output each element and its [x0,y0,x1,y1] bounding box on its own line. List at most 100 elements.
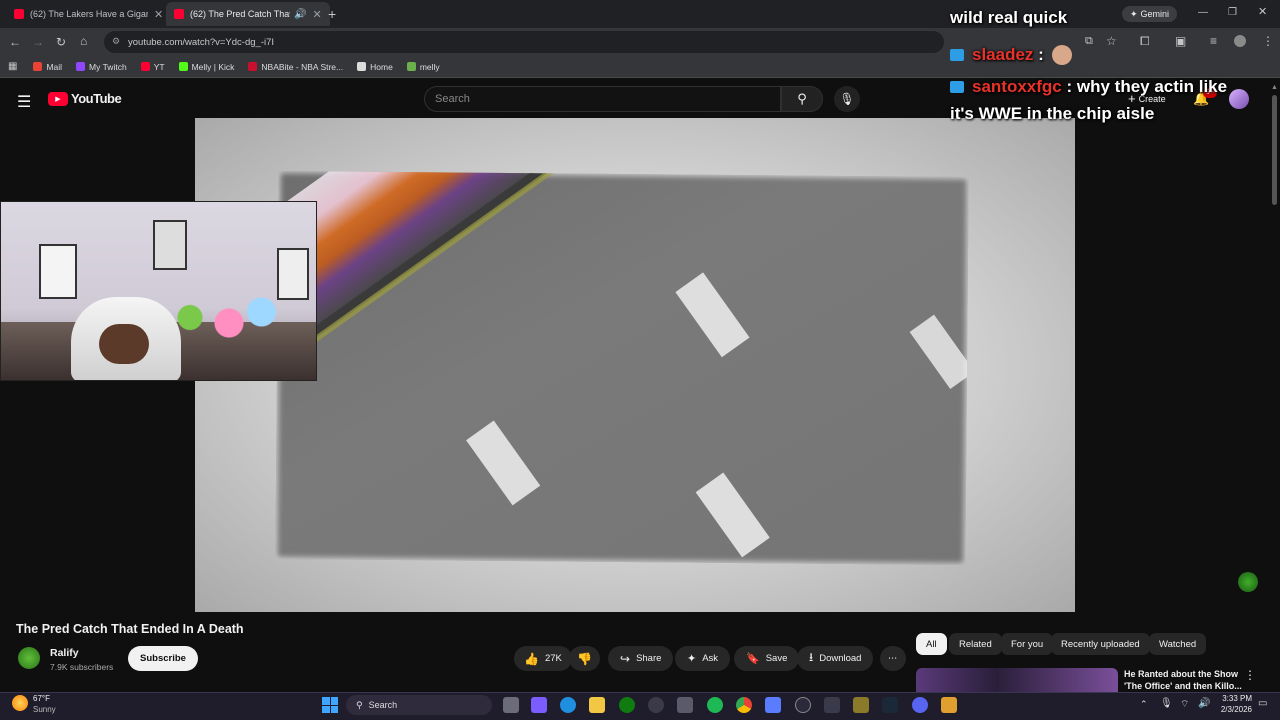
scroll-up-icon[interactable]: ▲ [1271,84,1278,91]
url-text: youtube.com/watch?v=Ydc-dg_-i7I [128,36,275,48]
forward-icon[interactable]: → [32,36,44,48]
bookmark-label: Melly | Kick [191,61,235,72]
wifi-icon[interactable]: ⌔ [1180,698,1189,711]
steam-icon[interactable] [882,697,898,713]
address-bar[interactable]: ⚙ youtube.com/watch?v=Ydc-dg_-i7I [104,31,944,53]
maximize-icon[interactable]: ❐ [1228,8,1237,18]
browser-tab[interactable]: (62) The Lakers Have a Gigantic ✕ [6,2,171,26]
chrome-icon[interactable] [736,697,752,713]
bookmark-label: Mail [46,61,63,72]
bookmark-home[interactable]: Home [357,62,393,72]
gmail-icon [33,62,43,71]
browser-menu-icon[interactable]: ⋮ [1262,35,1274,47]
menu-icon[interactable]: ☰ [17,92,31,112]
chip-watched[interactable]: Watched [1149,633,1207,655]
video-player[interactable] [195,118,1075,612]
audio-playing-icon[interactable]: 🔊 [294,9,306,20]
cast-icon[interactable]: ⧉ [1085,36,1093,47]
media-player-icon[interactable] [795,697,811,713]
bookmark-mail[interactable]: Mail [33,62,62,72]
download-button[interactable]: ⭳ Download [797,646,874,671]
chip-all[interactable]: All [916,633,947,655]
streamer-webcam [0,201,317,381]
voice-search-button[interactable]: 🎙 [834,86,860,112]
subscribe-button[interactable]: Subscribe [128,646,198,671]
recommendation-menu-icon[interactable]: ⋮ [1244,668,1256,682]
volume-icon[interactable]: 🔊 [1198,698,1210,709]
chip-for-you[interactable]: For you [1001,633,1054,655]
channel-avatar[interactable] [18,647,40,669]
extensions-icon[interactable]: ⧠ [1140,35,1150,47]
notification-center-icon[interactable]: ▭ [1258,698,1267,709]
browser-tab-active[interactable]: (62) The Pred Catch That Ended 🔊 ✕ [166,2,330,26]
app-icon[interactable] [941,697,957,713]
window-close-icon[interactable]: ✕ [1258,7,1267,18]
dislike-button[interactable]: 👎 [569,646,600,671]
chat-message: slaadez : [950,45,1072,65]
app-icon[interactable] [824,697,840,713]
clock-date[interactable]: 2/3/2026 [1210,705,1252,714]
home-icon[interactable]: ⌂ [80,35,87,47]
site-info-icon[interactable]: ⚙ [112,36,120,47]
app-icon[interactable] [853,697,869,713]
store-icon[interactable] [677,697,693,713]
tab-close-icon[interactable]: ✕ [312,8,321,21]
edge-icon[interactable] [560,697,576,713]
reload-icon[interactable]: ↻ [56,36,66,48]
weather-temp[interactable]: 67°F [33,694,50,703]
xbox-icon[interactable] [619,697,635,713]
bookmark-melly[interactable]: melly [406,62,440,72]
more-actions-button[interactable]: ⋯ [880,646,906,671]
chip-related[interactable]: Related [949,633,1002,655]
search-icon: ⚲ [797,91,807,106]
copilot-icon[interactable] [531,697,547,713]
avatar[interactable] [1229,89,1249,109]
save-label: Save [765,653,788,664]
apps-grid-icon[interactable]: ▦ [8,61,17,72]
spotify-icon[interactable] [707,697,723,713]
bookmark-melly-kick[interactable]: Melly | Kick [178,61,235,72]
profile-icon[interactable] [1234,35,1246,47]
bookmark-yt[interactable]: YT [140,62,165,72]
youtube-logo[interactable]: ▶ YouTube [48,91,122,106]
bookmark-nbabite[interactable]: NBABite - NBA Stre... [248,62,343,72]
taskbar-search[interactable]: ⚲ Search [346,695,492,715]
ask-button[interactable]: ✦ Ask [675,646,731,671]
weather-sun-icon[interactable] [12,695,28,711]
tab-title: (62) The Lakers Have a Gigantic [30,9,148,19]
recommendation-thumbnail[interactable] [916,668,1118,692]
back-icon[interactable]: ← [9,36,21,48]
share-label: Share [636,653,662,664]
new-tab-icon[interactable]: + [328,7,336,21]
channel-name[interactable]: Ralify [50,647,79,659]
search-button[interactable]: ⚲ [781,86,823,112]
minimize-icon[interactable]: — [1198,8,1208,18]
scrollbar-thumb[interactable] [1272,95,1277,205]
windows-icon[interactable] [322,697,338,713]
youtube-favicon-icon [14,9,24,19]
chat-text: : why they actin like [1066,77,1228,96]
task-view-icon[interactable] [503,697,519,713]
star-icon[interactable]: ☆ [1106,35,1117,47]
gemini-button[interactable]: ✦ Gemini [1122,6,1178,22]
save-button[interactable]: 🔖 Save [734,646,800,671]
discord-icon[interactable] [912,697,928,713]
tab-close-icon[interactable]: ✕ [154,8,163,21]
chip-recently-uploaded[interactable]: Recently uploaded [1051,633,1150,655]
recommendation-title[interactable]: He Ranted about the Show 'The Office' an… [1124,668,1242,691]
clock-time[interactable]: 3:33 PM [1216,694,1252,703]
app-icon[interactable] [648,697,664,713]
bookmark-label: NBABite - NBA Stre... [261,61,344,72]
tray-overflow-icon[interactable]: ⌃ [1140,699,1148,710]
share-button[interactable]: ↪ Share [608,646,674,671]
search-input[interactable]: Search [424,86,781,112]
sidepanel-icon[interactable]: ▣ [1175,35,1186,47]
ceiling-light-reflection [909,314,969,389]
wall-poster [39,244,77,299]
bookmark-my-twitch[interactable]: My Twitch [76,62,127,72]
tray-mic-icon[interactable]: 🎙 [1160,698,1173,709]
file-explorer-icon[interactable] [589,697,605,713]
app-icon[interactable] [765,697,781,713]
downloads-icon[interactable]: ≡ [1210,35,1217,47]
like-button[interactable]: 👍 27K [514,646,572,671]
